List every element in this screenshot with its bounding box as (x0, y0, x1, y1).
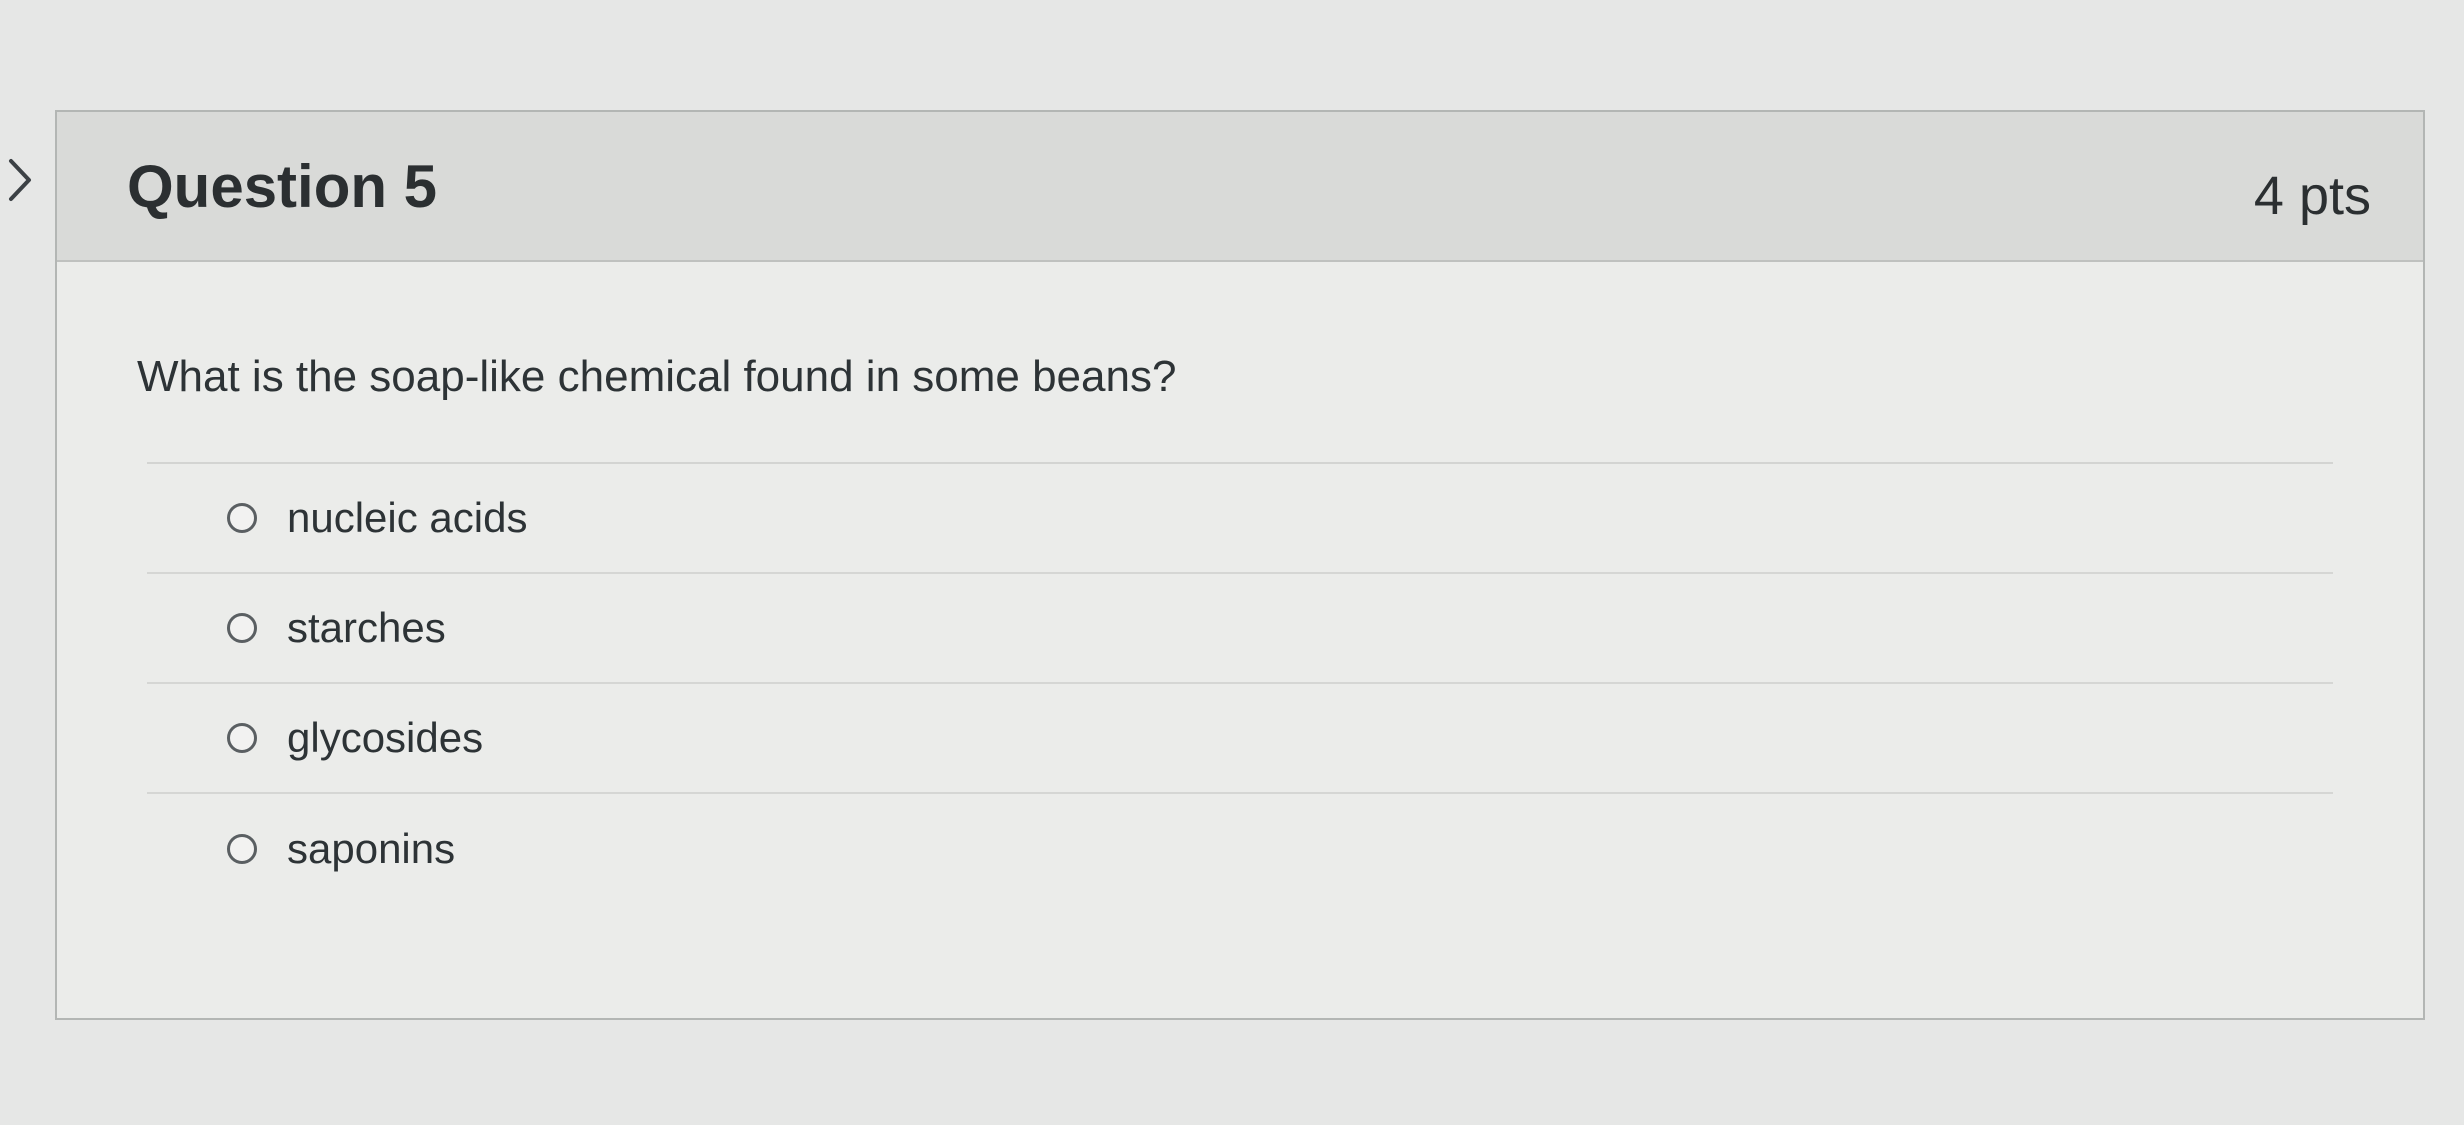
question-points: 4 pts (2253, 166, 2371, 226)
question-body: What is the soap-like chemical found in … (57, 262, 2423, 904)
radio-button-icon[interactable] (227, 613, 257, 643)
question-card: Question 5 4 pts What is the soap-like c… (55, 110, 2425, 1020)
answer-list: nucleic acids starches glycosides saponi… (137, 464, 2353, 904)
expand-question-toggle[interactable] (0, 150, 40, 210)
answer-label: starches (287, 604, 446, 651)
question-title: Question 5 (127, 152, 438, 220)
radio-button-icon[interactable] (227, 834, 257, 864)
answer-option-saponins[interactable]: saponins (147, 794, 2333, 904)
answer-label: saponins (287, 825, 456, 872)
answer-label: nucleic acids (287, 494, 528, 541)
question-text: What is the soap-like chemical found in … (137, 352, 1177, 401)
answer-option-starches[interactable]: starches (147, 574, 2333, 684)
radio-button-icon[interactable] (227, 503, 257, 533)
chevron-right-icon (9, 159, 31, 201)
answer-option-glycosides[interactable]: glycosides (147, 684, 2333, 794)
answer-option-nucleic-acids[interactable]: nucleic acids (147, 464, 2333, 574)
radio-button-icon[interactable] (227, 723, 257, 753)
answer-label: glycosides (287, 714, 484, 761)
question-header: Question 5 4 pts (57, 112, 2423, 262)
